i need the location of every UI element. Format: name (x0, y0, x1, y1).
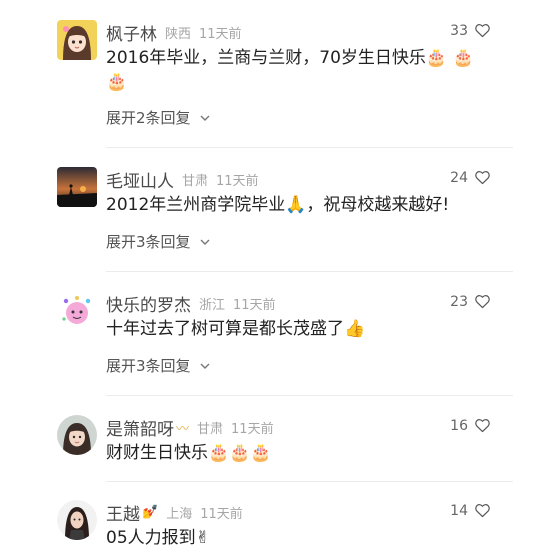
chevron-down-icon (200, 239, 210, 245)
like-count: 14 (450, 502, 468, 519)
comment-item: 王越 💅 上海 11天前 14 05人力报到✌ (0, 500, 557, 554)
like-button[interactable]: 33 (450, 22, 491, 39)
chevron-down-icon (200, 115, 210, 121)
heart-icon[interactable] (474, 22, 491, 39)
like-button[interactable]: 24 (450, 169, 491, 186)
comment-text: 十年过去了树可算是都长茂盛了👍 (106, 319, 366, 339)
expand-replies-label: 展开3条回复 (106, 233, 191, 251)
like-count: 33 (450, 22, 468, 39)
comment-item: 毛垭山人 甘肃 11天前 24 2012年兰州商学院毕业🙏，祝母校越来越好! 展… (0, 167, 557, 267)
comment-text: 2012年兰州商学院毕业🙏，祝母校越来越好! (106, 195, 450, 215)
expand-replies-button[interactable]: 展开3条回复 (106, 355, 211, 376)
expand-replies-button[interactable]: 展开3条回复 (106, 231, 211, 252)
comment-time: 11天前 (200, 506, 243, 522)
like-button[interactable]: 23 (450, 293, 491, 310)
comment-meta: 王越 💅 上海 11天前 (106, 500, 243, 525)
user-name[interactable]: 是箫韶呀 (106, 415, 174, 440)
comment-meta: 快乐的罗杰 浙江 11天前 (106, 291, 276, 316)
user-name[interactable]: 枫子林 (106, 20, 157, 45)
comment-text: 05人力报到✌ (106, 528, 210, 548)
girl-photo-avatar[interactable] (57, 415, 97, 455)
sunset-avatar[interactable] (57, 167, 97, 207)
anime-girl-avatar[interactable] (57, 20, 97, 60)
chevron-down-icon (200, 363, 210, 369)
user-location: 甘肃 (197, 421, 224, 437)
like-count: 24 (450, 169, 468, 186)
divider (106, 271, 513, 272)
user-location: 上海 (166, 506, 193, 522)
comment-item: 是箫韶呀 〰 甘肃 11天前 16 财财生日快乐🎂🎂🎂 (0, 415, 557, 485)
heart-icon[interactable] (474, 293, 491, 310)
like-count: 16 (450, 417, 468, 434)
comment-meta: 枫子林 陕西 11天前 (106, 20, 242, 45)
comment-text: 2016年毕业，兰商与兰财，70岁生日快乐🎂 🎂 (106, 48, 474, 68)
like-button[interactable]: 16 (450, 417, 491, 434)
heart-icon[interactable] (474, 169, 491, 186)
user-location: 陕西 (165, 26, 192, 42)
comment-time: 11天前 (231, 421, 274, 437)
comment-meta: 是箫韶呀 〰 甘肃 11天前 (106, 415, 274, 440)
user-name[interactable]: 快乐的罗杰 (106, 291, 191, 316)
cartoon-avatar[interactable] (57, 291, 97, 331)
expand-replies-label: 展开3条回复 (106, 357, 191, 375)
like-count: 23 (450, 293, 468, 310)
heart-icon[interactable] (474, 502, 491, 519)
woman-photo-avatar[interactable] (57, 500, 97, 540)
comment-time: 11天前 (233, 297, 276, 313)
comment-text: 财财生日快乐🎂🎂🎂 (106, 443, 272, 463)
like-button[interactable]: 14 (450, 502, 491, 519)
heart-icon[interactable] (474, 417, 491, 434)
expand-replies-label: 展开2条回复 (106, 109, 191, 127)
user-location: 浙江 (199, 297, 226, 313)
user-name[interactable]: 王越 (106, 500, 140, 525)
user-name[interactable]: 毛垭山人 (106, 167, 174, 192)
name-decoration-icon: 〰 (176, 421, 190, 437)
divider (106, 147, 513, 148)
comment-item: 枫子林 陕西 11天前 33 2016年毕业，兰商与兰财，70岁生日快乐🎂 🎂 … (0, 20, 557, 145)
comment-list: 枫子林 陕西 11天前 33 2016年毕业，兰商与兰财，70岁生日快乐🎂 🎂 … (0, 0, 557, 554)
expand-replies-button[interactable]: 展开2条回复 (106, 107, 211, 128)
comment-item: 快乐的罗杰 浙江 11天前 23 十年过去了树可算是都长茂盛了👍 展开3条回复 (0, 291, 557, 391)
comment-text-continued: 🎂 (106, 72, 128, 92)
comment-meta: 毛垭山人 甘肃 11天前 (106, 167, 259, 192)
name-decoration-icon: 💅 (142, 504, 159, 520)
comment-time: 11天前 (216, 173, 259, 189)
comment-time: 11天前 (199, 26, 242, 42)
user-location: 甘肃 (182, 173, 209, 189)
divider (106, 395, 513, 396)
divider (106, 481, 513, 482)
